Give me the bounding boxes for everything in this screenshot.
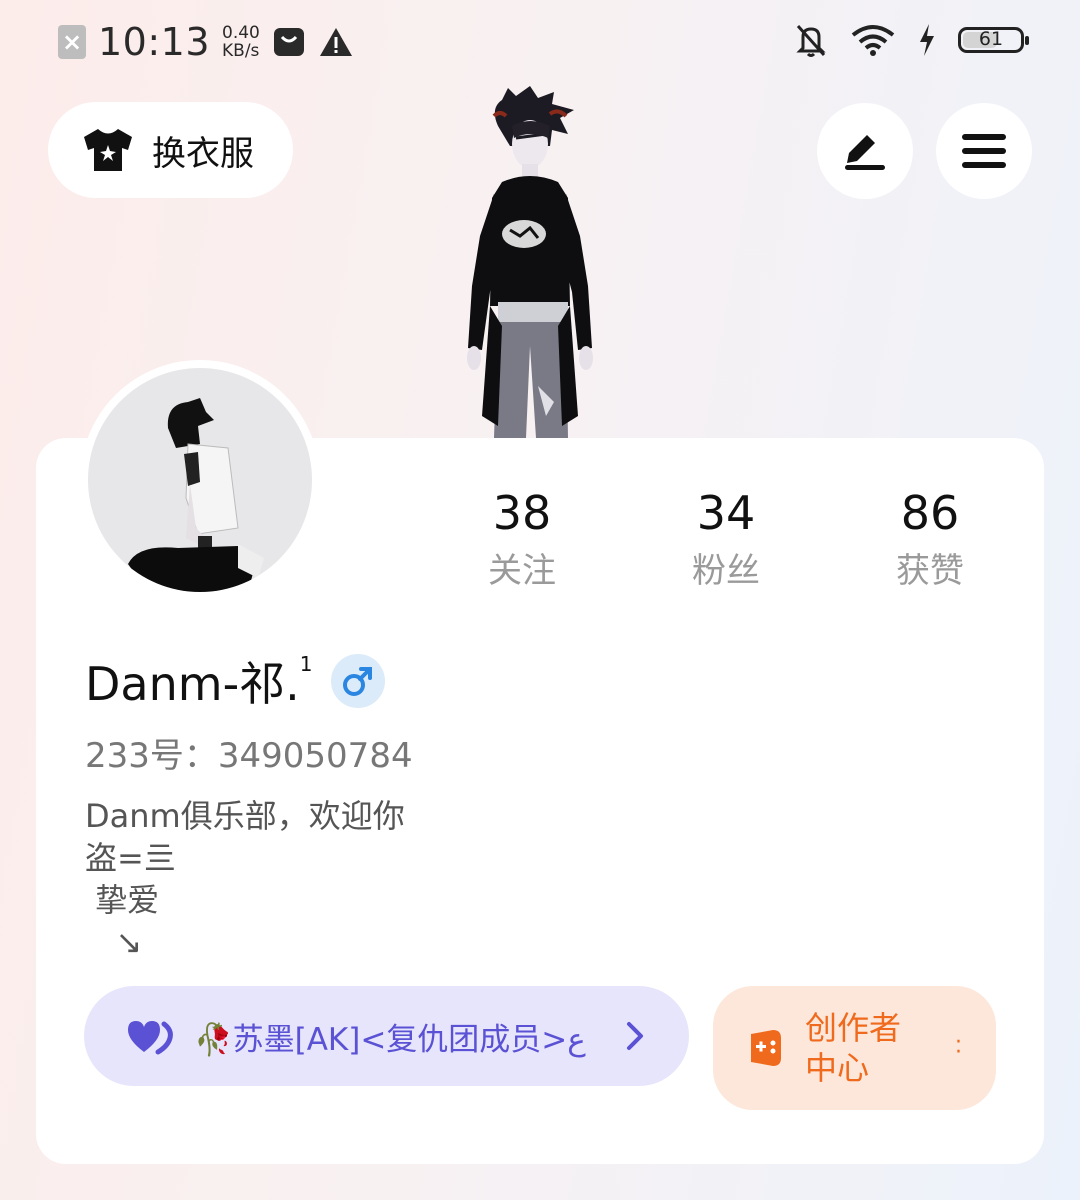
gamepad-icon xyxy=(751,1030,781,1066)
dots-icon: · · xyxy=(955,1030,962,1065)
clock: 10:13 xyxy=(98,20,211,64)
status-bar: × 10:13 0.40 KB/s 61 xyxy=(0,0,1080,88)
followers-label: 粉丝 xyxy=(692,551,760,591)
relationship-pill[interactable]: 🥀苏墨[AK]<复仇团成员>ع xyxy=(84,986,689,1086)
bio-line: ↘ xyxy=(85,923,143,961)
avatar-image xyxy=(128,398,264,592)
warning-icon xyxy=(319,28,352,56)
battery-tip xyxy=(1025,36,1029,45)
double-heart-icon xyxy=(128,1021,173,1055)
tshirt-icon xyxy=(84,129,132,171)
likes-stat[interactable]: 86 获赞 xyxy=(850,484,1010,600)
bio-line: 挚爱 xyxy=(85,881,160,919)
user-id: 233号：349050784 xyxy=(85,736,413,776)
creator-center-label: 创作者中心 xyxy=(805,1009,902,1087)
network-speed: 0.40 KB/s xyxy=(222,24,260,60)
battery-percent: 61 xyxy=(978,28,1004,50)
followers-stat[interactable]: 34 粉丝 xyxy=(646,484,806,600)
followers-count: 34 xyxy=(696,486,756,540)
nickname-text: Danm-祁. xyxy=(85,657,300,711)
following-label: 关注 xyxy=(488,551,556,591)
likes-label: 获赞 xyxy=(896,551,964,591)
likes-count: 86 xyxy=(900,486,960,540)
relationship-text: 🥀苏墨[AK]<复仇团成员>ع xyxy=(194,1021,586,1058)
edit-profile-button[interactable] xyxy=(817,103,913,199)
status-left: × 10:13 0.40 KB/s xyxy=(58,20,354,64)
creator-center-button[interactable]: 创作者中心 · · xyxy=(713,986,996,1110)
nickname-superscript: 1 xyxy=(299,652,313,676)
change-outfit-label: 换衣服 xyxy=(152,133,254,174)
menu-button[interactable] xyxy=(936,103,1032,199)
charging-bolt-icon xyxy=(920,24,934,56)
battery-indicator: 61 xyxy=(958,27,1029,53)
status-right: 61 xyxy=(794,22,1029,58)
hamburger-icon xyxy=(962,134,1006,168)
wifi-icon xyxy=(851,25,895,56)
avatar[interactable] xyxy=(88,368,312,592)
nickname-row: Danm-祁.1 xyxy=(85,648,385,714)
following-count: 38 xyxy=(492,486,552,540)
male-icon xyxy=(342,667,372,696)
mute-bell-icon xyxy=(796,24,826,57)
bio-line: Danm俱乐部，欢迎你 xyxy=(85,797,405,835)
nickname: Danm-祁.1 xyxy=(85,648,313,714)
no-sim-icon: × xyxy=(58,25,86,59)
following-stat[interactable]: 38 关注 xyxy=(442,484,602,600)
bio: Danm俱乐部，欢迎你 盗=亖 挚爱 ↘ xyxy=(85,795,405,963)
change-outfit-button[interactable]: 换衣服 xyxy=(48,102,293,198)
shopping-bag-icon xyxy=(273,28,304,56)
network-speed-value: 0.40 xyxy=(222,23,260,43)
chevron-right-icon xyxy=(627,1022,643,1050)
gender-badge xyxy=(330,654,385,708)
pen-icon xyxy=(845,135,885,170)
bio-line: 盗=亖 xyxy=(85,839,176,877)
character-figure xyxy=(467,86,593,438)
network-speed-unit: KB/s xyxy=(222,41,260,61)
